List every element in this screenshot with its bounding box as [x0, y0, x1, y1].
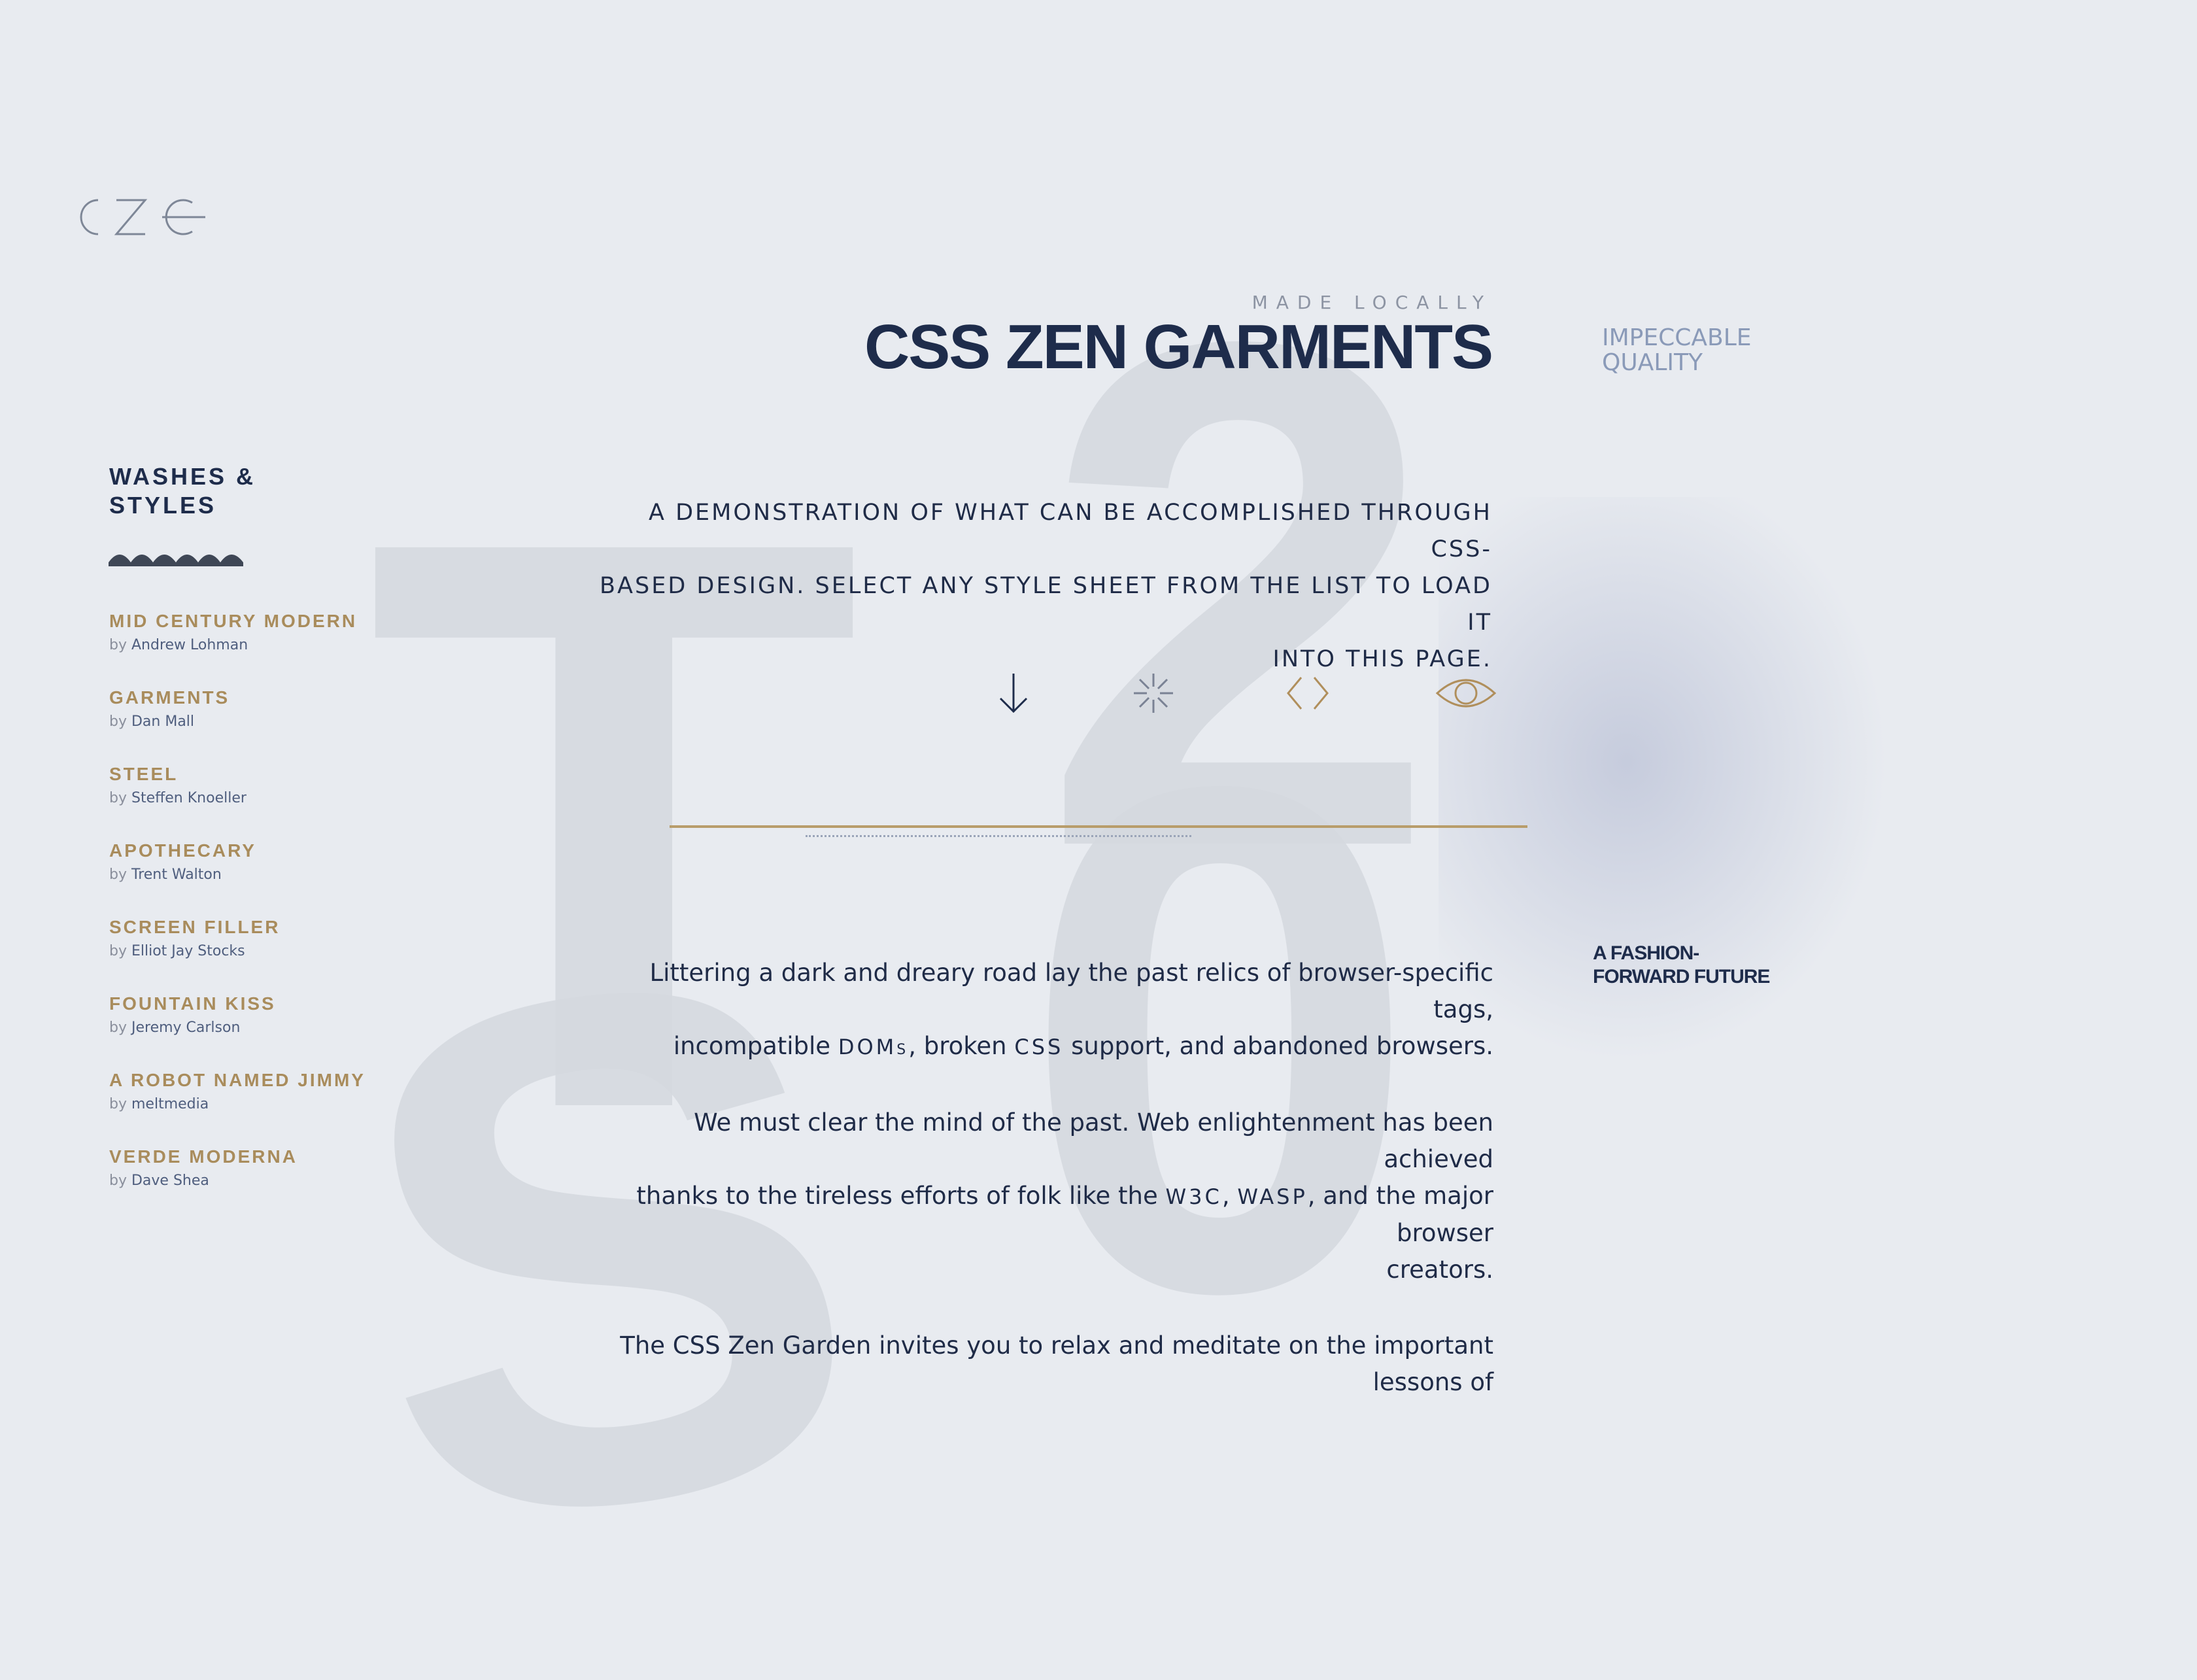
code-icon[interactable]: [1282, 667, 1334, 719]
paragraph: Littering a dark and dreary road lay the…: [591, 955, 1493, 1065]
author-link[interactable]: Elliot Jay Stocks: [131, 943, 245, 959]
eye-icon[interactable]: [1435, 667, 1497, 719]
body-copy: Littering a dark and dreary road lay the…: [591, 955, 1493, 1440]
text-run: , broken: [908, 1032, 1015, 1060]
gold-divider: [670, 825, 1527, 828]
text-run: incompatible: [673, 1032, 838, 1060]
style-credit: by Trent Walton: [109, 866, 384, 883]
author-link[interactable]: meltmedia: [131, 1096, 209, 1112]
style-credit: by meltmedia: [109, 1096, 384, 1112]
author-link[interactable]: Andrew Lohman: [131, 637, 248, 653]
page-title: CSS ZEN GARMENTS: [864, 312, 1493, 382]
paint-smudge-decoration: [1439, 497, 1909, 1086]
sidebar-title-line: WASHES &: [109, 463, 256, 490]
intro-line: BASED DESIGN. SELECT ANY STYLE SHEET FRO…: [600, 573, 1492, 636]
style-credit: by Elliot Jay Stocks: [109, 943, 384, 959]
by-prefix: by: [109, 1096, 127, 1112]
text-run: support, and abandoned browsers.: [1063, 1032, 1493, 1060]
text-run: We must clear the mind of the past. Web …: [694, 1108, 1493, 1173]
by-prefix: by: [109, 637, 127, 653]
sidebar-title: WASHES & STYLES: [109, 462, 279, 520]
by-prefix: by: [109, 713, 127, 730]
paragraph: The CSS Zen Garden invites you to relax …: [591, 1328, 1493, 1401]
style-link[interactable]: A ROBOT NAMED JIMMY: [109, 1070, 384, 1091]
side-note: A FASHION- FORWARD FUTURE: [1593, 942, 1789, 989]
wave-divider-icon: [109, 555, 243, 566]
style-credit: by Dave Shea: [109, 1173, 384, 1189]
by-prefix: by: [109, 790, 127, 806]
icon-row: [987, 667, 1497, 719]
sidebar-title-line: STYLES: [109, 492, 217, 519]
author-link[interactable]: Trent Walton: [131, 866, 222, 883]
tagline-line: IMPECCABLE: [1602, 324, 1752, 351]
intro-line: A DEMONSTRATION OF WHAT CAN BE ACCOMPLIS…: [649, 500, 1492, 562]
style-link[interactable]: VERDE MODERNA: [109, 1146, 384, 1167]
by-prefix: by: [109, 943, 127, 959]
style-list: MID CENTURY MODERN by Andrew Lohman GARM…: [109, 611, 384, 1223]
side-note-line: A FASHION-: [1593, 942, 1699, 964]
author-link[interactable]: Steffen Knoeller: [131, 790, 247, 806]
text-run: thanks to the tireless efforts of folk l…: [636, 1182, 1166, 1210]
paragraph: We must clear the mind of the past. Web …: [591, 1105, 1493, 1288]
author-link[interactable]: Jeremy Carlson: [131, 1020, 240, 1036]
side-note-line: FORWARD FUTURE: [1593, 966, 1770, 987]
style-credit: by Steffen Knoeller: [109, 790, 384, 806]
list-item: FOUNTAIN KISS by Jeremy Carlson: [109, 993, 384, 1070]
list-item: VERDE MODERNA by Dave Shea: [109, 1146, 384, 1223]
list-item: MID CENTURY MODERN by Andrew Lohman: [109, 611, 384, 687]
by-prefix: by: [109, 1020, 127, 1036]
by-prefix: by: [109, 866, 127, 883]
intro-text: A DEMONSTRATION OF WHAT CAN BE ACCOMPLIS…: [590, 494, 1492, 677]
dotted-divider: [806, 835, 1191, 839]
style-link[interactable]: SCREEN FILLER: [109, 917, 384, 938]
tagline-line: QUALITY: [1602, 349, 1703, 376]
by-prefix: by: [109, 1173, 127, 1189]
list-item: STEEL by Steffen Knoeller: [109, 764, 384, 840]
list-item: APOTHECARY by Trent Walton: [109, 840, 384, 917]
tagline: IMPECCABLE QUALITY: [1602, 326, 1772, 375]
abbr-css: CSS: [1014, 1035, 1064, 1059]
style-link[interactable]: STEEL: [109, 764, 384, 785]
style-link[interactable]: APOTHECARY: [109, 840, 384, 861]
author-link[interactable]: Dan Mall: [131, 713, 194, 730]
text-run: ,: [1221, 1182, 1238, 1210]
style-credit: by Andrew Lohman: [109, 637, 384, 653]
text-run: creators.: [1386, 1256, 1493, 1284]
abbr-w3c: W3C: [1165, 1184, 1222, 1209]
czg-logo[interactable]: [64, 191, 208, 243]
style-credit: by Dan Mall: [109, 713, 384, 730]
author-link[interactable]: Dave Shea: [131, 1173, 209, 1189]
list-item: GARMENTS by Dan Mall: [109, 687, 384, 764]
sparkle-icon[interactable]: [1127, 667, 1180, 719]
text-run: , and the major browser: [1307, 1182, 1493, 1247]
arrow-down-icon[interactable]: [987, 667, 1040, 719]
style-link[interactable]: GARMENTS: [109, 687, 384, 708]
abbr-wasp: WASP: [1237, 1184, 1308, 1209]
text-run: Littering a dark and dreary road lay the…: [649, 959, 1493, 1023]
text-run: The CSS Zen Garden invites you to relax …: [620, 1331, 1493, 1396]
list-item: SCREEN FILLER by Elliot Jay Stocks: [109, 917, 384, 993]
list-item: A ROBOT NAMED JIMMY by meltmedia: [109, 1070, 384, 1146]
eyebrow-text: MADE LOCALLY: [1252, 292, 1492, 313]
style-link[interactable]: MID CENTURY MODERN: [109, 611, 384, 632]
abbr-doms: DOMs: [838, 1035, 909, 1059]
style-link[interactable]: FOUNTAIN KISS: [109, 993, 384, 1014]
style-credit: by Jeremy Carlson: [109, 1020, 384, 1036]
